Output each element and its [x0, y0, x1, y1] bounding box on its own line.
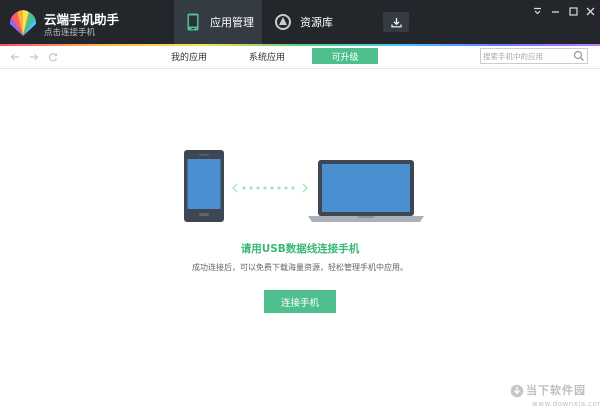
phone-illustration	[184, 150, 224, 222]
connection-dots-icon	[232, 183, 308, 193]
watermark: 当下软件园 www.downxia.com	[510, 382, 600, 414]
menu-button[interactable]	[530, 4, 544, 18]
forward-arrow-icon	[30, 53, 39, 61]
close-button[interactable]	[583, 4, 597, 18]
laptop-illustration	[308, 160, 424, 222]
app-subtitle[interactable]: 点击连接手机	[44, 26, 95, 38]
refresh-icon	[48, 53, 58, 62]
connect-instruction-description: 成功连接后，可以免费下载海量资源，轻松管理手机中应用。	[192, 263, 408, 272]
tab-resource-library[interactable]: 资源库	[264, 0, 364, 44]
app-logo	[9, 10, 37, 36]
search-icon[interactable]	[573, 50, 585, 62]
search-input[interactable]	[483, 50, 571, 62]
back-button[interactable]	[8, 50, 22, 64]
watermark-title: 当下软件园	[526, 384, 586, 397]
refresh-button[interactable]	[46, 50, 60, 64]
download-button[interactable]	[383, 12, 409, 32]
title-bar: 云端手机助手 点击连接手机 应用管理 资源库	[0, 0, 600, 44]
connect-instruction-title: 请用USB数据线连接手机	[240, 243, 360, 255]
tab-app-management[interactable]: 应用管理	[174, 0, 262, 44]
watermark-url: www.downxia.com	[532, 400, 600, 408]
maximize-icon	[568, 6, 578, 16]
download-watermark-icon	[510, 384, 524, 398]
forward-button[interactable]	[27, 50, 41, 64]
back-arrow-icon	[10, 53, 19, 61]
minimize-icon	[551, 10, 559, 13]
phone-icon	[184, 13, 202, 31]
tab-system-apps[interactable]: 系统应用	[240, 48, 294, 64]
nav-bar: 我的应用 系统应用 可升级	[0, 46, 600, 69]
tab-my-apps[interactable]: 我的应用	[162, 48, 216, 64]
minimize-button[interactable]	[548, 4, 562, 18]
tab-label: 资源库	[300, 16, 333, 29]
menu-icon	[533, 7, 541, 14]
tab-label: 应用管理	[210, 16, 254, 29]
tab-upgradable[interactable]: 可升级	[312, 48, 378, 64]
connect-phone-button[interactable]: 连接手机	[264, 290, 336, 313]
resource-icon	[274, 13, 292, 31]
close-icon	[586, 7, 594, 15]
download-icon	[390, 17, 402, 27]
search-box	[480, 48, 588, 64]
maximize-button[interactable]	[566, 4, 580, 18]
